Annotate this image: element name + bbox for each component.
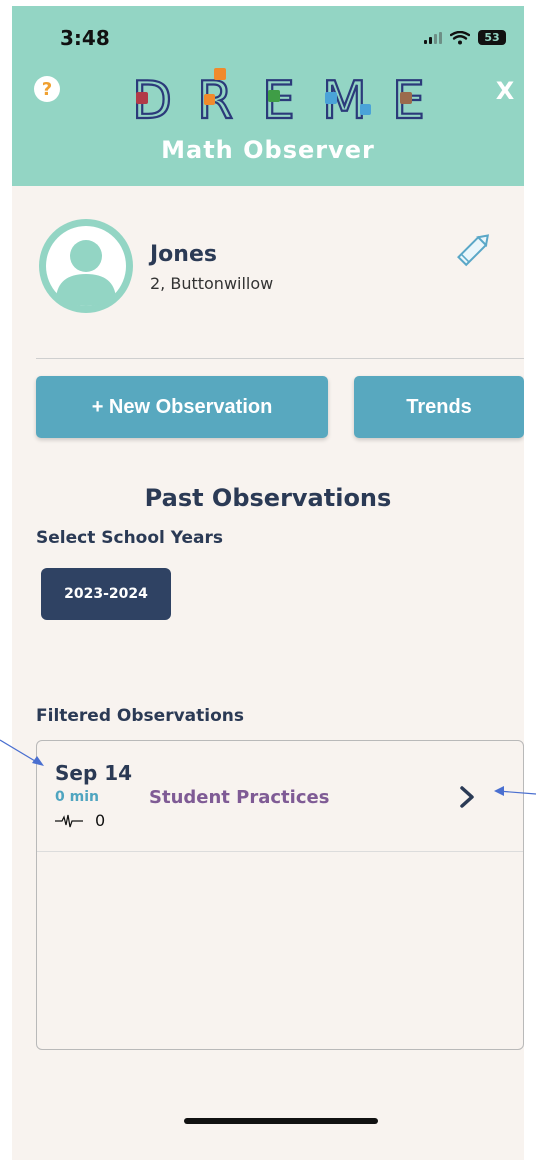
profile-details: 2, Buttonwillow	[150, 274, 274, 293]
logo-dot-orange	[214, 68, 226, 80]
filtered-observations-label: Filtered Observations	[36, 706, 244, 726]
logo-dot-brown	[400, 92, 412, 104]
observations-list: Sep 14 0 min 0 Student Practices	[36, 740, 524, 1050]
logo-dot-orange-2	[204, 94, 215, 105]
dreme-logo: D R E M E	[131, 68, 426, 124]
logo-dot-red	[136, 92, 148, 104]
status-time: 3:48	[60, 26, 110, 50]
pencil-icon[interactable]	[452, 228, 496, 272]
close-button[interactable]: X	[490, 76, 520, 106]
annotation-arrow-right	[494, 786, 536, 796]
trends-button[interactable]: Trends	[354, 376, 524, 438]
observation-date: Sep 14	[55, 761, 133, 785]
observation-duration: 0 min	[55, 789, 99, 805]
logo-dot-green	[268, 90, 280, 102]
new-observation-button[interactable]: + New Observation	[36, 376, 328, 438]
wifi-icon	[450, 30, 470, 44]
select-school-years-label: Select School Years	[36, 528, 224, 548]
heartbeat-icon	[55, 814, 83, 828]
app-header: 3:48 53 ? X D R E M E	[12, 6, 524, 186]
observation-count: 0	[95, 811, 106, 830]
help-icon[interactable]: ?	[34, 76, 60, 102]
profile-name: Jones	[150, 242, 217, 267]
observation-category: Student Practices	[149, 787, 330, 808]
logo-dot-blue	[325, 92, 337, 104]
observation-row[interactable]: Sep 14 0 min 0 Student Practices	[37, 741, 523, 852]
signal-icon	[424, 31, 442, 44]
avatar	[39, 219, 133, 313]
home-indicator	[184, 1118, 378, 1124]
school-year-chip[interactable]: 2023-2024	[41, 568, 171, 620]
battery-icon: 53	[478, 30, 506, 45]
status-icons: 53	[424, 30, 506, 45]
chevron-right-icon[interactable]	[455, 785, 479, 809]
app-subtitle: Math Observer	[161, 136, 375, 164]
phone-screen: 3:48 53 ? X D R E M E	[12, 6, 524, 1160]
past-observations-title: Past Observations	[144, 484, 392, 512]
annotation-arrow-left	[0, 739, 44, 766]
logo-dot-blue-2	[360, 104, 371, 115]
profile-divider	[36, 358, 524, 359]
